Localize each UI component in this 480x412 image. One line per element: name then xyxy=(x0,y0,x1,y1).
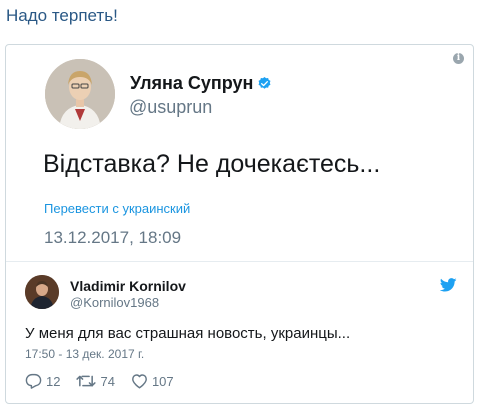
post-headline: Надо терпеть! xyxy=(6,6,118,25)
reply-tweet-text: У меня для вас страшная новость, украинц… xyxy=(25,325,351,342)
retweet-count: 74 xyxy=(100,373,115,389)
reply-author-name[interactable]: Vladimir Kornilov xyxy=(70,278,186,294)
verified-badge-icon xyxy=(258,76,271,89)
like-action[interactable]: 107 xyxy=(131,373,174,389)
heart-icon xyxy=(132,374,147,389)
tweet-actions: 12 74 107 xyxy=(25,372,190,390)
tweet-author-name[interactable]: Уляна Супрун xyxy=(130,73,272,94)
like-count: 107 xyxy=(151,373,174,389)
tweet-text: Відставка? Не дочекаєтесь... xyxy=(43,150,381,178)
reply-author-handle[interactable]: @Kornilov1968 xyxy=(70,295,159,310)
reply-action[interactable]: 12 xyxy=(25,373,60,389)
reply-count: 12 xyxy=(46,373,61,389)
reply-avatar[interactable] xyxy=(25,275,59,309)
reply-timestamp[interactable]: 17:50 - 13 дек. 2017 г. xyxy=(25,347,144,361)
tweet-author-handle[interactable]: @usuprun xyxy=(129,97,212,118)
avatar[interactable] xyxy=(45,59,115,129)
author-name-text[interactable]: Уляна Супрун xyxy=(130,73,253,93)
embedded-tweet-card: i Уляна Супрун @usuprun Відставка? Не до… xyxy=(5,44,474,404)
translate-link[interactable]: Перевести с украинский xyxy=(44,201,190,216)
reply-icon xyxy=(25,373,42,389)
divider xyxy=(6,261,473,262)
twitter-bird-icon[interactable] xyxy=(440,278,457,292)
tweet-timestamp[interactable]: 13.12.2017, 18:09 xyxy=(44,228,181,248)
info-icon[interactable]: i xyxy=(453,53,464,64)
retweet-action[interactable]: 74 xyxy=(76,373,115,389)
retweet-icon xyxy=(76,375,97,387)
